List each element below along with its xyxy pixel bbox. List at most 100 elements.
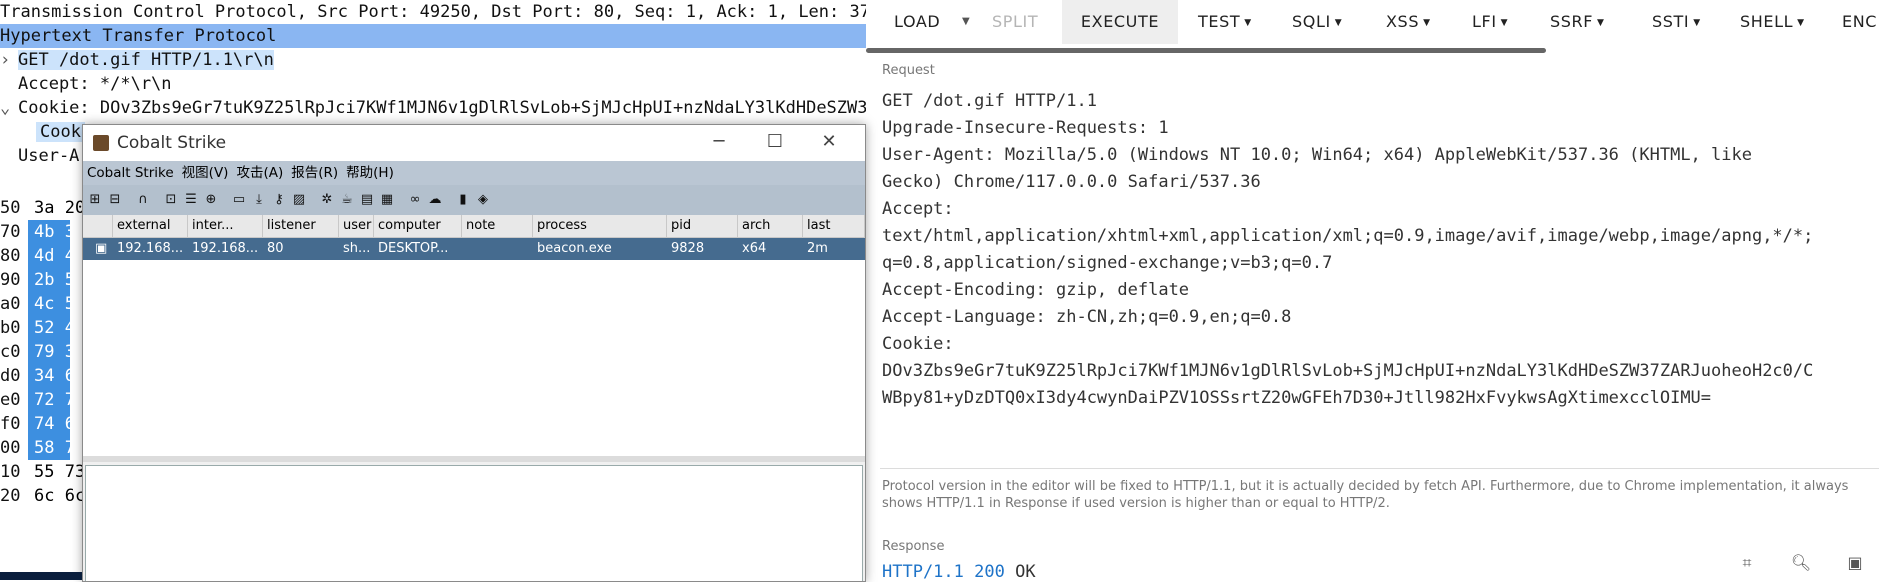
enc-menu-button[interactable]: ENC [1842, 0, 1877, 44]
pivot-graph-icon[interactable]: ⊡ [163, 192, 179, 208]
hex-row[interactable]: a0 4c 59 [0, 292, 85, 316]
hex-bytes[interactable]: 58 74 [28, 436, 85, 460]
useragent-line-text: User-A [18, 146, 80, 166]
sqli-menu-button[interactable]: SQLI ▼ [1292, 0, 1342, 44]
cookie-sub-line[interactable]: Cook [36, 120, 85, 144]
preview-icon[interactable]: ▣ [1844, 552, 1866, 574]
hex-bytes[interactable]: 34 63 [28, 364, 85, 388]
cobalt-strike-app-icon [93, 135, 109, 151]
hex-bytes[interactable]: 79 38 [28, 340, 85, 364]
panel-splitter[interactable] [83, 456, 865, 462]
settings-icon[interactable]: ✲ [319, 192, 335, 208]
document-icon[interactable]: ▤ [359, 192, 375, 208]
hex-bytes[interactable]: 2b 53 [28, 268, 85, 292]
shell-menu-button[interactable]: SHELL ▼ [1740, 0, 1805, 44]
credentials-icon[interactable]: ▭ [231, 192, 247, 208]
link-icon[interactable]: ∞ [407, 192, 423, 208]
coffee-icon[interactable]: ☕︎ [339, 192, 355, 208]
ssti-menu-button[interactable]: SSTI ▼ [1652, 0, 1701, 44]
book-icon[interactable]: ▮ [455, 192, 471, 208]
hex-bytes[interactable]: 72 74 [28, 388, 85, 412]
hex-row[interactable]: 90 2b 53 [0, 268, 85, 292]
headphones-icon[interactable]: ∩ [135, 192, 151, 208]
load-button[interactable]: LOAD [894, 0, 940, 44]
hex-row[interactable]: f0 74 6c [0, 412, 85, 436]
key-icon[interactable]: ⚷ [271, 192, 287, 208]
menu-help[interactable]: 帮助(H) [342, 161, 398, 185]
new-connection-icon[interactable]: ⊞ [87, 192, 103, 208]
execute-button[interactable]: EXECUTE [1062, 0, 1178, 44]
useragent-tree-line[interactable]: User-A [18, 144, 79, 168]
screenshot-icon[interactable]: ▨ [291, 192, 307, 208]
col-arch[interactable]: arch [738, 215, 803, 237]
menu-cobalt-strike[interactable]: Cobalt Strike [83, 161, 178, 185]
hex-row[interactable]: e0 72 74 [0, 388, 85, 412]
menu-attacks[interactable]: 攻击(A) [232, 161, 287, 185]
session-table-icon[interactable]: ☰ [183, 192, 199, 208]
cs-bottom-panel[interactable] [85, 465, 863, 581]
beacon-computer-icon: ▣ [95, 241, 108, 256]
split-button[interactable]: SPLIT [992, 0, 1038, 44]
col-user[interactable]: user [339, 215, 374, 237]
col-process[interactable]: process [533, 215, 667, 237]
accept-tree-line[interactable]: Accept: */*\r\n [0, 72, 172, 96]
http-tree-line[interactable]: Hypertext Transfer Protocol [0, 24, 866, 48]
lfi-menu-button[interactable]: LFI ▼ [1472, 0, 1508, 44]
hex-bytes[interactable]: 3a 20 [28, 196, 85, 220]
test-menu-button[interactable]: TEST ▼ [1198, 0, 1252, 44]
maximize-icon[interactable]: ☐ [755, 127, 795, 157]
package-icon[interactable]: ◈ [475, 192, 491, 208]
disconnect-icon[interactable]: ⊟ [107, 192, 123, 208]
hex-row[interactable]: 80 4d 4a [0, 244, 85, 268]
hex-offset: f0 [0, 414, 21, 434]
hex-row[interactable]: 50 3a 20 [0, 196, 85, 220]
console-icon[interactable]: ▦ [379, 192, 395, 208]
tcp-tree-line[interactable]: Transmission Control Protocol, Src Port:… [0, 0, 866, 24]
hex-bytes[interactable]: 4d 4a [28, 244, 85, 268]
hex-row[interactable]: 20 6c 6c [0, 484, 85, 508]
menu-view[interactable]: 视图(V) [178, 161, 233, 185]
collapse-caret-icon[interactable]: ⌄ [0, 96, 18, 120]
hex-row[interactable]: 00 58 74 [0, 436, 85, 460]
col-pid[interactable]: pid [667, 215, 738, 237]
cobalt-strike-window: Cobalt Strike ─ ☐ ✕ Cobalt Strike 视图(V) 攻击… [82, 124, 866, 582]
search-document-icon[interactable]: 🔍︎ [1790, 552, 1812, 574]
hex-offset: 70 [0, 222, 21, 242]
col-computer[interactable]: computer [374, 215, 462, 237]
cell-arch: x64 [742, 241, 767, 256]
get-tree-line[interactable]: › GET /dot.gif HTTP/1.1\r\n [0, 48, 866, 72]
menu-reporting[interactable]: 报告(R) [287, 161, 342, 185]
table-row[interactable]: ▣ 192.168... 192.168... 80 sh... DESKTOP… [83, 238, 865, 260]
col-note[interactable]: note [462, 215, 533, 237]
col-last[interactable]: last [803, 215, 865, 237]
hex-row[interactable]: c0 79 38 [0, 340, 85, 364]
hex-bytes[interactable]: 4c 59 [28, 292, 85, 316]
request-editor[interactable]: GET /dot.gif HTTP/1.1 Upgrade-Insecure-R… [882, 88, 1813, 412]
toolbar-scrollbar[interactable] [866, 48, 1546, 53]
minimize-icon[interactable]: ─ [699, 127, 739, 157]
load-dropdown-icon[interactable]: ▼ [962, 0, 970, 44]
col-internal[interactable]: inter... [188, 215, 263, 237]
hex-row[interactable]: 70 4b 39 [0, 220, 85, 244]
hex-row[interactable]: b0 52 4a [0, 316, 85, 340]
format-icon[interactable]: ⌗ [1736, 552, 1758, 574]
hex-bytes[interactable]: 6c 6c [28, 484, 85, 508]
target-icon[interactable]: ⊕ [203, 192, 219, 208]
ssrf-menu-button[interactable]: SSRF ▼ [1550, 0, 1605, 44]
hex-row[interactable]: 10 55 73 [0, 460, 85, 484]
xss-menu-button[interactable]: XSS ▼ [1386, 0, 1431, 44]
col-external[interactable]: external [113, 215, 188, 237]
hex-bytes[interactable]: 4b 39 [28, 220, 85, 244]
cloud-icon[interactable]: ☁︎ [427, 192, 443, 208]
col-icon-header[interactable] [83, 215, 113, 237]
col-listener[interactable]: listener [263, 215, 339, 237]
hex-bytes[interactable]: 52 4a [28, 316, 85, 340]
cs-titlebar[interactable]: Cobalt Strike ─ ☐ ✕ [83, 125, 865, 161]
hex-bytes[interactable]: 74 6c [28, 412, 85, 436]
close-icon[interactable]: ✕ [809, 127, 849, 157]
expand-caret-icon[interactable]: › [0, 48, 18, 72]
hex-row[interactable]: d0 34 63 [0, 364, 85, 388]
hex-bytes[interactable]: 55 73 [28, 460, 85, 484]
download-icon[interactable]: ⤓ [251, 192, 267, 208]
cookie-tree-line[interactable]: ⌄ Cookie: DOv3Zbs9eGr7tuK9Z25lRpJci7KWf1M… [0, 96, 866, 120]
